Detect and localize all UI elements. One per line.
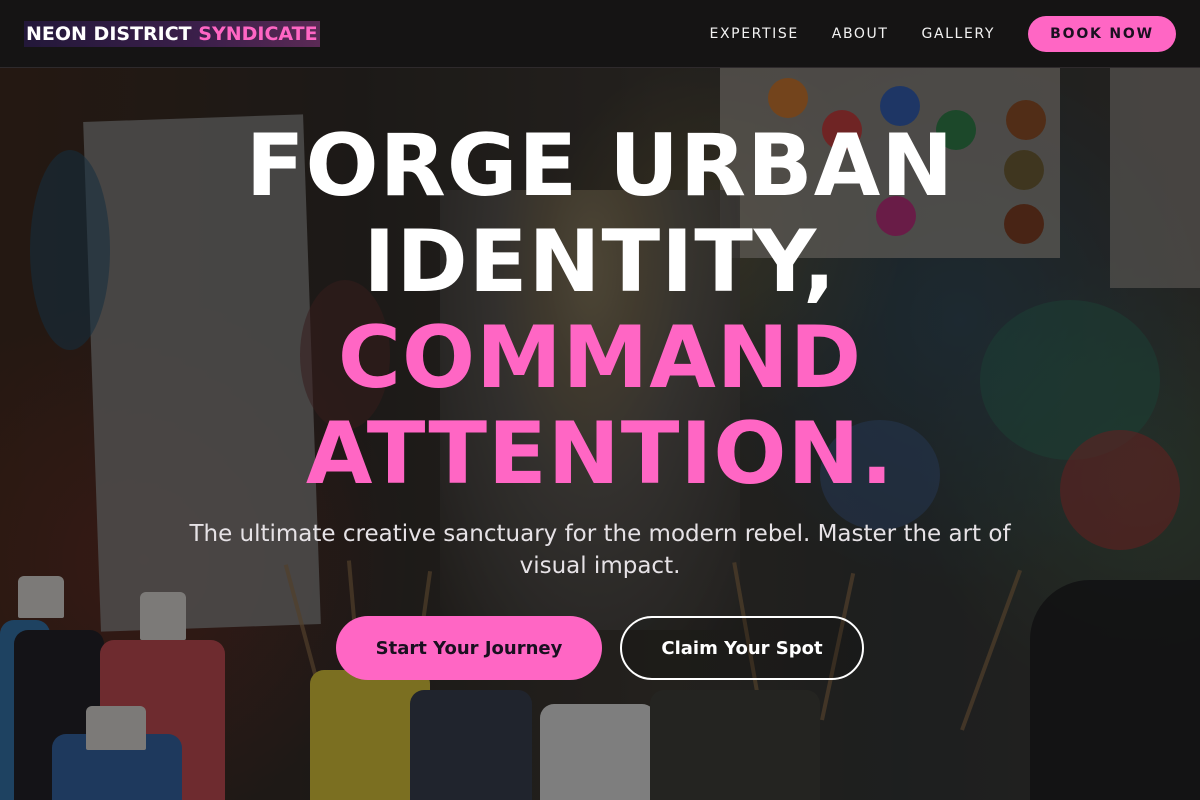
book-now-button[interactable]: BOOK NOW bbox=[1028, 15, 1176, 52]
headline-line-4: ATTENTION. bbox=[305, 404, 895, 504]
hero-section: FORGE URBAN IDENTITY, COMMAND ATTENTION.… bbox=[0, 68, 1200, 800]
site-header: NEON DISTRICT SYNDICATE EXPERTISE ABOUT … bbox=[0, 0, 1200, 68]
headline-line-3: COMMAND bbox=[337, 308, 863, 408]
headline-line-1: FORGE URBAN bbox=[245, 116, 955, 216]
headline-line-2: IDENTITY, bbox=[363, 212, 837, 312]
nav-link-gallery[interactable]: GALLERY bbox=[922, 26, 995, 42]
hero-cta-group: Start Your Journey Claim Your Spot bbox=[0, 616, 1200, 680]
nav-link-about[interactable]: ABOUT bbox=[832, 26, 889, 42]
start-journey-button[interactable]: Start Your Journey bbox=[336, 616, 602, 680]
claim-spot-button[interactable]: Claim Your Spot bbox=[620, 616, 864, 680]
nav-link-expertise[interactable]: EXPERTISE bbox=[710, 26, 799, 42]
site-logo[interactable]: NEON DISTRICT SYNDICATE bbox=[24, 20, 320, 47]
logo-text-accent: SYNDICATE bbox=[198, 22, 318, 45]
logo-text-primary: NEON DISTRICT bbox=[26, 22, 192, 45]
main-nav: EXPERTISE ABOUT GALLERY BOOK NOW bbox=[710, 15, 1176, 52]
hero-subtitle: The ultimate creative sanctuary for the … bbox=[189, 521, 1011, 579]
hero-headline: FORGE URBAN IDENTITY, COMMAND ATTENTION. bbox=[0, 118, 1200, 502]
